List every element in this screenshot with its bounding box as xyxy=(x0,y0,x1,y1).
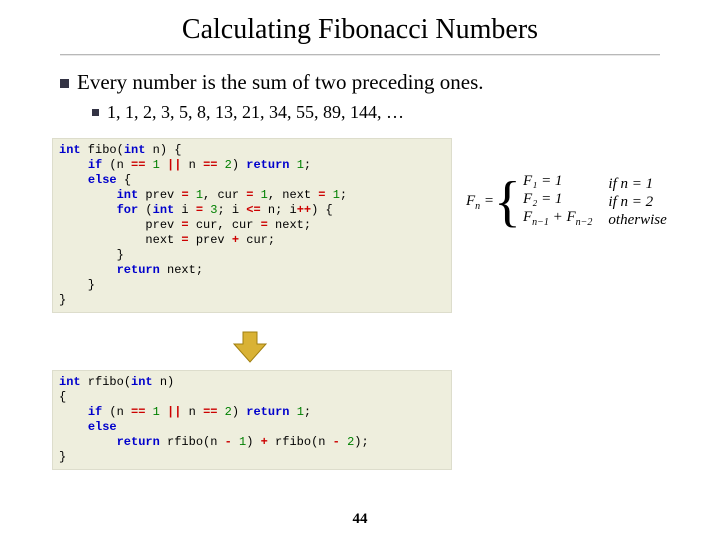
code-text: int rfibo(int n) { if (n == 1 || n == 2)… xyxy=(59,375,445,465)
code-text: int fibo(int n) { if (n == 1 || n == 2) … xyxy=(59,143,445,308)
brace-icon: { xyxy=(494,174,521,230)
title-rule xyxy=(60,54,660,56)
bullet1-text: Every number is the sum of two preceding… xyxy=(77,70,484,94)
slide-title: Calculating Fibonacci Numbers xyxy=(0,14,720,46)
bullet2-text: 1, 1, 2, 3, 5, 8, 13, 21, 34, 55, 89, 14… xyxy=(107,102,404,122)
bullet-square-icon xyxy=(60,79,69,88)
formula-conditions: if n = 1 if n = 2 otherwise xyxy=(608,175,666,229)
formula-lhs: Fn = xyxy=(466,193,494,212)
down-arrow-icon xyxy=(230,330,270,364)
formula-cases: F₁ = 1 F₂ = 1 Fn−1 + Fn−2 xyxy=(523,172,592,232)
code-block-recursive: int rfibo(int n) { if (n == 1 || n == 2)… xyxy=(52,370,452,470)
fibonacci-formula: Fn = { F₁ = 1 F₂ = 1 Fn−1 + Fn−2 if n = … xyxy=(466,172,706,232)
slide: Calculating Fibonacci Numbers Every numb… xyxy=(0,0,720,540)
code-block-iterative: int fibo(int n) { if (n == 1 || n == 2) … xyxy=(52,138,452,313)
bullet-level2: 1, 1, 2, 3, 5, 8, 13, 21, 34, 55, 89, 14… xyxy=(92,102,404,123)
bullet-square-icon xyxy=(92,109,99,116)
bullet-level1: Every number is the sum of two preceding… xyxy=(60,70,484,95)
page-number: 44 xyxy=(0,511,720,528)
